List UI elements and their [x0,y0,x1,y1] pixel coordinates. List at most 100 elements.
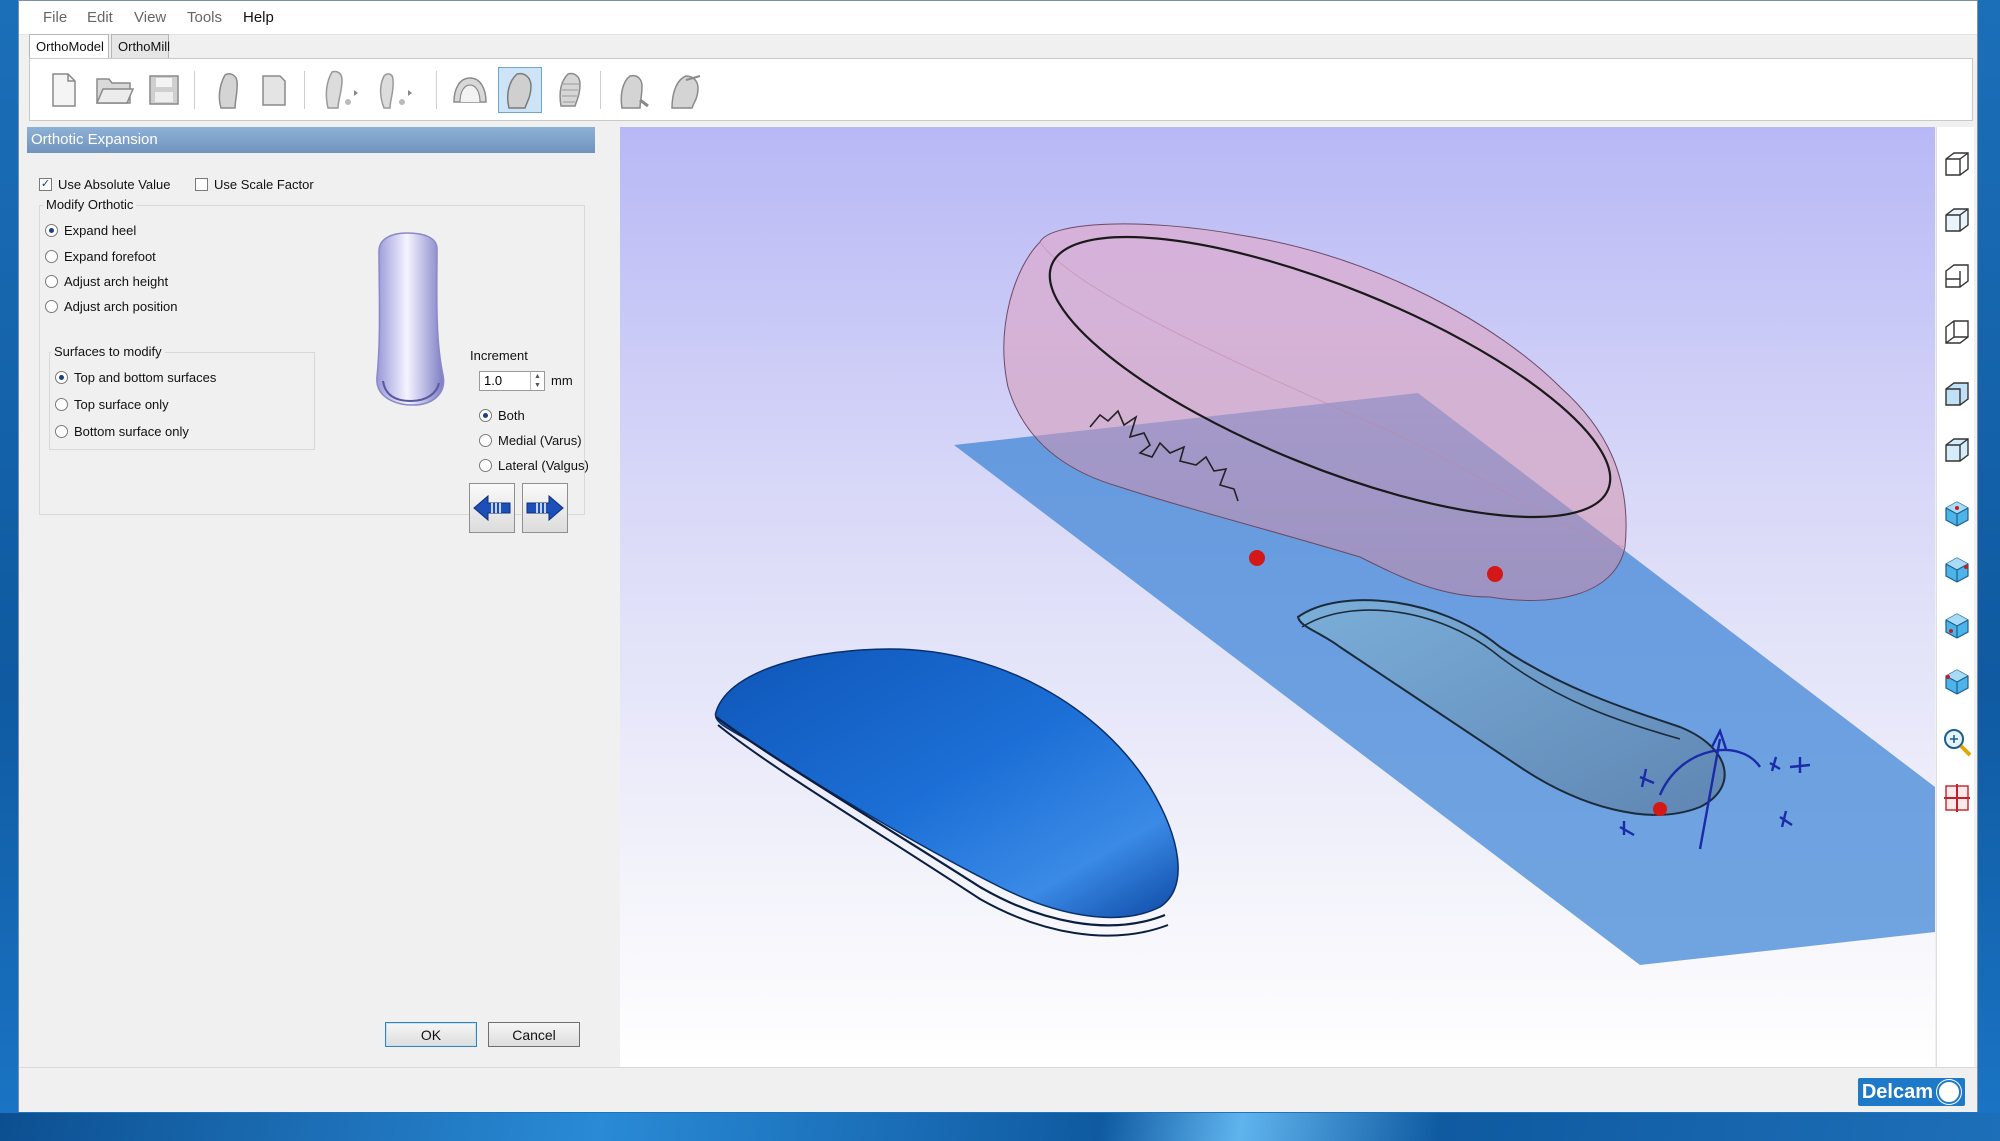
cube-left-icon [1945,669,1969,695]
radio-button[interactable] [55,371,68,384]
checkbox-box[interactable]: ✓ [39,178,52,191]
arrow-right-icon [526,494,564,522]
tab-orthomodel[interactable]: OrthoModel [29,34,109,59]
radio-expand-forefoot[interactable]: Expand forefoot [45,249,156,264]
increment-spinner[interactable]: 1.0 ▲ ▼ [479,371,545,391]
landmark-point[interactable] [1653,802,1667,816]
menu-tools[interactable]: Tools [187,9,222,26]
tab-orthomill[interactable]: OrthoMill [111,34,170,58]
use-absolute-value-checkbox[interactable]: ✓ Use Absolute Value [39,177,171,192]
cancel-button[interactable]: Cancel [488,1022,580,1047]
orthotic-icon [506,72,532,109]
toolbar-separator [194,71,195,109]
view-iso-1-icon [1945,152,1969,176]
foot-sole-button[interactable] [372,67,416,113]
radio-label: Top and bottom surfaces [74,370,217,385]
view-front-button[interactable] [1940,377,1974,411]
app-window: File Edit View Tools Help OrthoModel Ort… [18,0,1978,1112]
radio-button[interactable] [479,459,492,472]
surfaces-label: Surfaces to modify [51,344,165,359]
view-iso-1-button[interactable] [1940,147,1974,181]
arrow-left-icon [473,494,511,522]
radio-label: Top surface only [74,397,169,412]
heel-post-button[interactable] [664,67,708,113]
shell-button[interactable] [448,67,492,113]
use-scale-factor-label: Use Scale Factor [214,177,314,192]
radio-button[interactable] [45,250,58,263]
new-file-button[interactable] [42,67,86,113]
foot-sole-icon [379,73,412,109]
radio-label: Medial (Varus) [498,433,582,448]
save-button[interactable] [142,67,186,113]
decrease-button[interactable] [469,483,515,533]
radio-label: Bottom surface only [74,424,189,439]
increase-button[interactable] [522,483,568,533]
use-scale-factor-checkbox[interactable]: Use Scale Factor [195,177,314,192]
menu-edit[interactable]: Edit [87,9,113,26]
checkbox-box[interactable] [195,178,208,191]
radio-button[interactable] [55,425,68,438]
cube-top-button[interactable] [1940,497,1974,531]
save-icon [149,75,179,105]
radio-top-and-bottom[interactable]: Top and bottom surfaces [55,370,216,385]
radio-button[interactable] [55,398,68,411]
section-plane-icon [1944,784,1970,812]
radio-button[interactable] [479,434,492,447]
menu-view[interactable]: View [134,9,166,26]
radio-adjust-arch-position[interactable]: Adjust arch position [45,299,177,314]
landmark-point[interactable] [1249,550,1265,566]
page-button[interactable] [252,67,296,113]
radio-medial[interactable]: Medial (Varus) [479,433,582,448]
3d-scene [714,223,1935,965]
orthotic-button[interactable] [498,67,542,113]
use-absolute-value-label: Use Absolute Value [58,177,171,192]
foot-scan-button[interactable] [206,67,250,113]
radio-button[interactable] [479,409,492,422]
delcam-logo: Delcam [1857,1078,1965,1106]
radio-bottom-only[interactable]: Bottom surface only [55,424,189,439]
orthotic-grid-button[interactable] [548,67,592,113]
landmark-point[interactable] [1487,566,1503,582]
cube-right-icon [1945,613,1969,639]
view-iso-4-icon [1945,320,1969,344]
radio-adjust-arch-height[interactable]: Adjust arch height [45,274,168,289]
increment-label: Increment [470,348,528,363]
modify-orthotic-label: Modify Orthotic [43,197,137,212]
view-iso-4-button[interactable] [1940,315,1974,349]
radio-button[interactable] [45,275,58,288]
radio-button[interactable] [45,224,58,237]
spinner-arrows[interactable]: ▲ ▼ [530,372,544,390]
heel-tool-button[interactable] [612,67,656,113]
orthotic-preview-image [376,232,445,406]
menu-help[interactable]: Help [243,9,274,26]
radio-top-only[interactable]: Top surface only [55,397,169,412]
cube-right-button[interactable] [1940,609,1974,643]
zoom-fit-button[interactable] [1940,725,1974,759]
cube-top-icon [1945,501,1969,527]
foot-scan-icon [218,73,238,109]
section-plane-button[interactable] [1940,781,1974,815]
radio-expand-heel[interactable]: Expand heel [45,223,136,238]
view-side-button[interactable] [1940,433,1974,467]
menu-file[interactable]: File [43,9,67,26]
radio-button[interactable] [45,300,58,313]
radio-label: Lateral (Valgus) [498,458,589,473]
panel-title: Orthotic Expansion [27,127,595,153]
view-iso-3-icon [1945,264,1969,288]
toolbar-separator [600,71,601,109]
open-folder-icon [95,78,134,104]
ok-button[interactable]: OK [385,1022,477,1047]
view-iso-2-button[interactable] [1940,203,1974,237]
radio-both[interactable]: Both [479,408,525,423]
radio-lateral[interactable]: Lateral (Valgus) [479,458,589,473]
shell-icon [453,77,487,103]
3d-viewport[interactable] [620,127,1935,1067]
foot-side-icon [325,70,358,109]
foot-side-button[interactable] [318,67,362,113]
cube-front-button[interactable] [1940,553,1974,587]
menu-bar: File Edit View Tools Help [19,1,1977,35]
open-button[interactable] [92,67,136,113]
view-iso-3-button[interactable] [1940,259,1974,293]
cube-left-button[interactable] [1940,665,1974,699]
heel-post-icon [671,75,701,109]
